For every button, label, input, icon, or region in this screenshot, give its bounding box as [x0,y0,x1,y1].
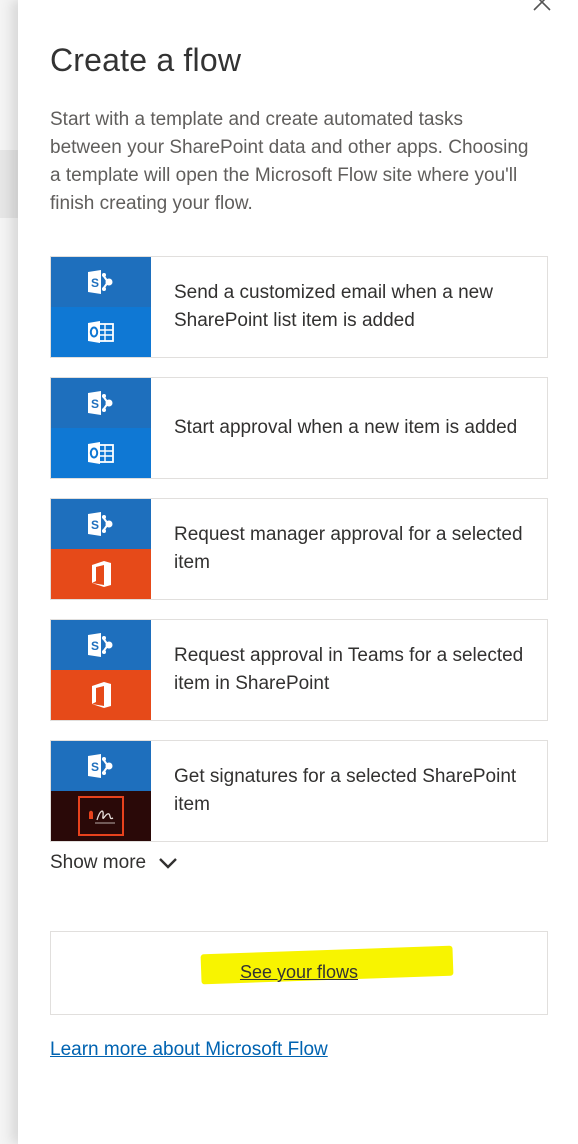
svg-text:S: S [91,518,99,532]
close-button[interactable] [528,0,556,16]
chevron-down-icon [159,858,177,869]
template-icons: S [51,378,151,478]
office-tile [51,549,151,599]
template-icons: S [51,620,151,720]
sharepoint-tile: S [51,620,151,670]
show-more-button[interactable]: Show more [50,852,178,874]
template-label: Request approval in Teams for a selected… [174,645,524,694]
see-your-flows-link[interactable]: See your flows [51,962,547,983]
panel-description: Start with a template and create automat… [50,109,529,214]
template-icons: S [51,257,151,357]
adobe-sign-icon [78,796,124,836]
sharepoint-icon: S [88,754,113,778]
outlook-tile [51,307,151,357]
backdrop-band [0,150,18,218]
svg-text:S: S [91,397,99,411]
outlook-icon [88,442,114,464]
svg-text:S: S [91,276,99,290]
template-card[interactable]: S Start approval when a new item is adde… [50,377,548,479]
sharepoint-icon: S [88,633,113,657]
template-label: Send a customized email when a new Share… [174,282,493,331]
office-tile [51,670,151,720]
adobe-sign-tile [51,791,151,841]
see-flows-box: See your flows [50,931,548,1015]
sharepoint-icon: S [88,391,113,415]
template-card[interactable]: S Send a customized email when a new Sha… [50,256,548,358]
page-backdrop [0,0,18,1144]
template-icons: S [51,741,151,841]
outlook-icon [88,321,114,343]
template-label: Get signatures for a selected SharePoint… [174,766,517,815]
close-icon [533,0,551,11]
template-list: S Send a customized email when a new Sha… [50,256,548,861]
svg-text:S: S [91,639,99,653]
learn-more-link[interactable]: Learn more about Microsoft Flow [50,1039,328,1061]
svg-text:S: S [91,760,99,774]
create-flow-panel: Create a flow Start with a template and … [18,0,578,1144]
template-card[interactable]: S Get signatures for a selected SharePoi… [50,740,548,842]
office-icon [92,682,111,708]
template-icons: S [51,499,151,599]
template-label: Request manager approval for a selected … [174,524,523,573]
sharepoint-icon: S [88,512,113,536]
sharepoint-tile: S [51,741,151,791]
office-icon [92,561,111,587]
outlook-tile [51,428,151,478]
sharepoint-tile: S [51,499,151,549]
template-label: Start approval when a new item is added [174,417,518,438]
panel-title: Create a flow [50,42,242,78]
sharepoint-icon: S [88,270,113,294]
template-card[interactable]: S Request approval in Teams for a select… [50,619,548,721]
sharepoint-tile: S [51,378,151,428]
template-card[interactable]: S Request manager approval for a selecte… [50,498,548,600]
sharepoint-tile: S [51,257,151,307]
show-more-label: Show more [50,852,147,873]
